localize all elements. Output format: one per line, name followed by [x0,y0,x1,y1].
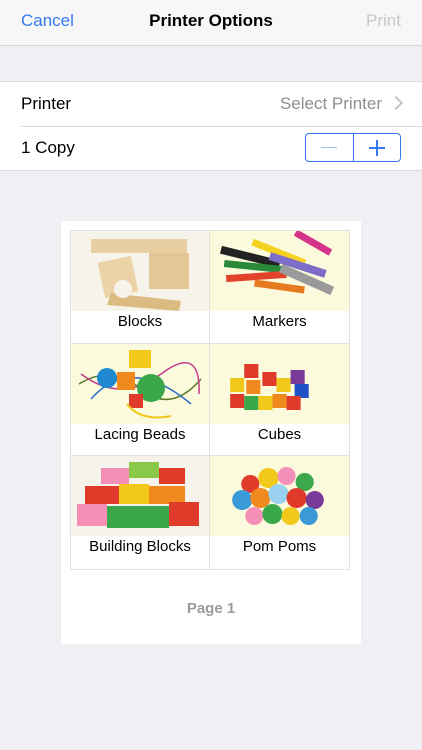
grid-cell-cubes: Cubes [210,343,349,457]
item-caption: Building Blocks [89,538,191,556]
minus-icon [321,146,338,148]
print-button[interactable]: Print [366,11,401,31]
grid-cell-lacing-beads: Lacing Beads [71,343,210,457]
item-caption: Cubes [257,425,302,443]
decrement-button[interactable] [306,134,353,161]
printer-row[interactable]: Printer Select Printer [0,82,422,126]
printer-label: Printer [21,94,72,113]
cubes-image [210,343,349,424]
building-blocks-image [71,456,209,537]
lacing-beads-image [71,343,209,424]
grid-cell-markers: Markers [210,231,349,344]
copies-label: 1 Copy [21,138,75,157]
item-caption: Pom Poms [242,538,317,556]
blocks-image [71,231,209,311]
page-number-label: Page 1 [186,600,236,617]
grid-cell-pom-poms: Pom Poms [210,456,349,569]
item-caption: Lacing Beads [94,425,186,443]
copies-stepper [305,133,401,162]
pom-poms-image [210,456,349,537]
copies-row: 1 Copy [0,126,422,170]
print-preview-page[interactable]: Blocks Markers Lacing Beads Cubes Buildi… [61,221,361,644]
increment-button[interactable] [352,134,401,161]
grid-cell-blocks: Blocks [71,231,210,344]
picture-grid: Blocks Markers Lacing Beads Cubes Buildi… [70,230,350,570]
chevron-right-icon [388,95,404,111]
grid-cell-building-blocks: Building Blocks [71,456,210,569]
page-title: Printer Options [149,11,273,30]
select-printer-value: Select Printer [279,94,382,113]
settings-group: Printer Select Printer 1 Copy [0,81,422,171]
item-caption: Blocks [117,313,163,330]
navigation-bar: Cancel Printer Options Print [0,0,422,46]
markers-image [210,231,349,311]
item-caption: Markers [252,313,307,330]
